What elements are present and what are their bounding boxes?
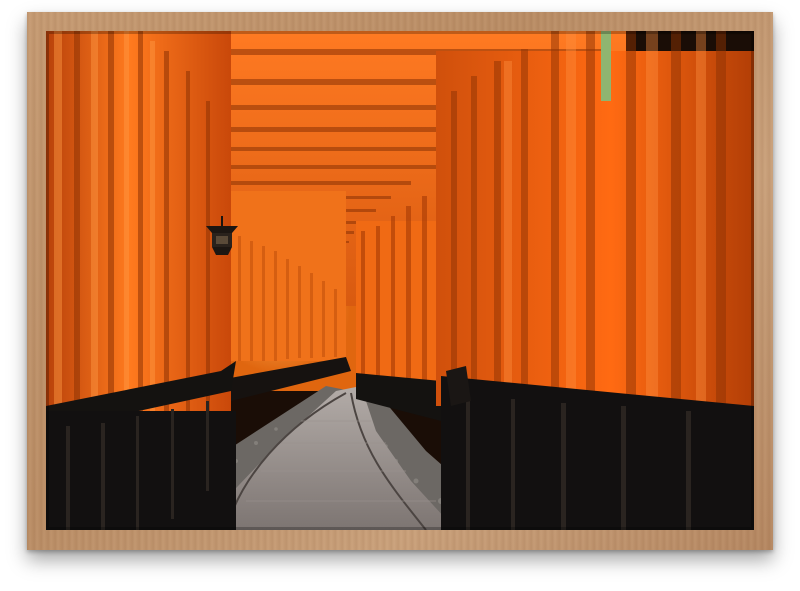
torii-tunnel-image — [46, 31, 754, 530]
framed-photo — [46, 31, 754, 530]
